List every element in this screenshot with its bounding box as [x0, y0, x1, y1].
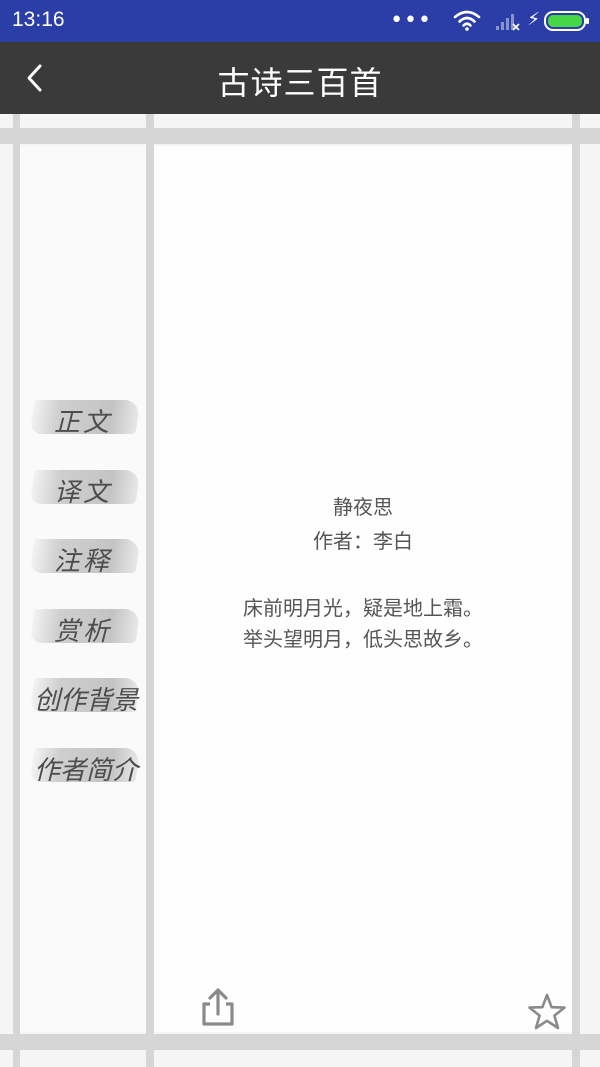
poem-line: 举头望明月，低头思故乡。: [243, 627, 483, 651]
poem-body: 静夜思 作者：李白 床前明月光，疑是地上霜。 举头望明月，低头思故乡。: [154, 490, 572, 655]
menu-item-text[interactable]: 正文: [24, 392, 154, 442]
wifi-icon: [453, 10, 481, 31]
signal-icon: [496, 14, 520, 31]
title-bar: 古诗三百首: [0, 42, 600, 114]
frame-line-right: [572, 114, 580, 1067]
menu-item-notes[interactable]: 注释: [24, 531, 154, 581]
poem-title: 静夜思: [333, 495, 393, 519]
menu-item-label: 作者简介: [34, 755, 139, 786]
battery-icon: [544, 11, 589, 31]
status-bar: 13:16 ••• ⚡: [0, 0, 600, 42]
charging-bolt-icon: ⚡: [527, 9, 540, 30]
menu-item-author-bio[interactable]: 作者简介: [24, 740, 154, 790]
menu-item-translation[interactable]: 译文: [24, 462, 154, 512]
menu-item-background[interactable]: 创作背景: [24, 670, 154, 720]
menu-item-label: 注释: [54, 547, 113, 577]
poem-lines: 床前明月光，疑是地上霜。 举头望明月，低头思故乡。: [154, 593, 572, 655]
menu-item-label: 创作背景: [34, 686, 139, 716]
menu-item-label: 译文: [54, 477, 113, 508]
poem-line: 床前明月光，疑是地上霜。: [243, 596, 483, 620]
frame-line-left: [13, 114, 20, 1067]
section-menu: 正文 译文 注释 赏析 创作背景 作者简介: [24, 392, 154, 809]
poem-author: 作者：李白: [313, 529, 413, 553]
share-icon[interactable]: [196, 986, 240, 1030]
status-time: 13:16: [12, 8, 65, 31]
frame-line-bottom: [0, 1034, 600, 1050]
star-icon[interactable]: [527, 993, 567, 1031]
menu-item-label: 正文: [54, 408, 113, 438]
menu-item-appreciation[interactable]: 赏析: [24, 601, 154, 651]
menu-item-label: 赏析: [54, 616, 113, 647]
frame-line-top: [0, 128, 600, 144]
page-title: 古诗三百首: [217, 64, 383, 102]
more-dots-icon: •••: [390, 8, 432, 33]
